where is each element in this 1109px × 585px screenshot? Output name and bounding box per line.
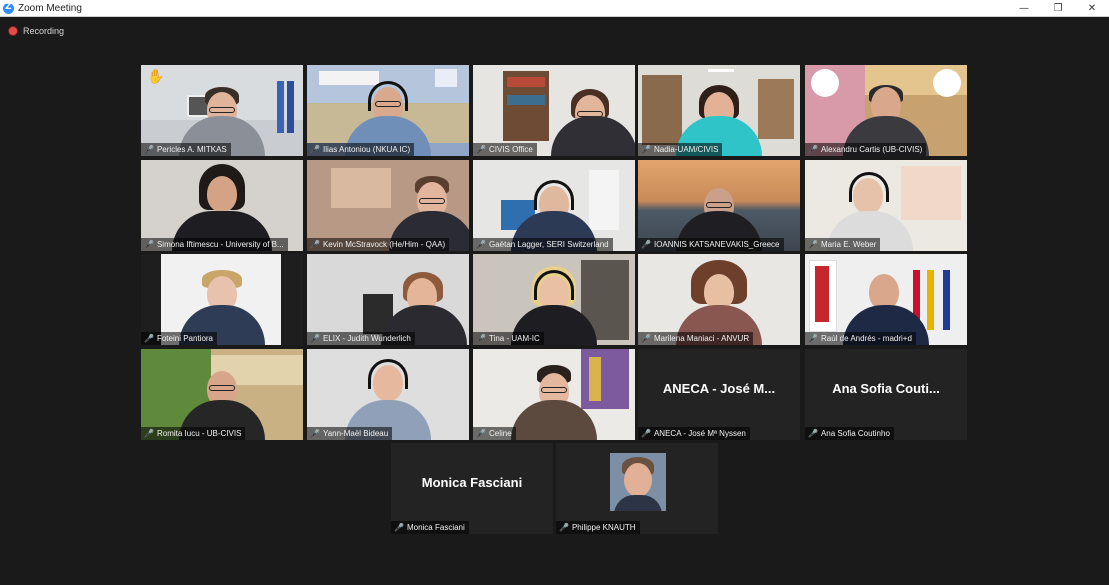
participant-name-label: 🎤 Marilena Maniaci - ANVUR [638, 332, 754, 345]
minimize-button[interactable]: — [1007, 0, 1041, 16]
participant-name-label: 🎤 Yann-Maël Bideau [307, 427, 393, 440]
microphone-muted-icon: 🎤 [808, 145, 818, 154]
microphone-muted-icon: 🎤 [559, 523, 569, 532]
participant-name-label: 🎤 Foteini Pantiora [141, 332, 217, 345]
microphone-muted-icon: 🎤 [808, 429, 818, 438]
participant-tile-active-speaker[interactable]: 🎤 Nadia-UAM/CIVIS [638, 65, 800, 156]
recording-label: Recording [23, 26, 65, 36]
participant-tile[interactable]: 🎤 Alexandru Cartis (UB-CIVIS) [805, 65, 967, 156]
participant-display-name: Ana Sofia Couti... [832, 381, 940, 396]
participant-name-label: 🎤 Nadia-UAM/CIVIS [638, 143, 723, 156]
participant-name-label: 🎤 Philippe KNAUTH [556, 521, 640, 534]
participant-tile[interactable]: 🎤 Raúl de Andrés - madri+d [805, 254, 967, 345]
participant-name-label: 🎤 Ana Sofia Coutinho [805, 427, 894, 440]
participant-tile[interactable]: 🎤 Kevin McStravock (He/Him - QAA) [307, 160, 469, 251]
participant-tile-video-off[interactable]: Ana Sofia Couti... 🎤 Ana Sofia Coutinho [805, 349, 967, 440]
microphone-muted-icon: 🎤 [394, 523, 404, 532]
microphone-muted-icon: 🎤 [144, 429, 154, 438]
participant-name-label: 🎤 Monica Fasciani [391, 521, 469, 534]
participant-tile[interactable]: 🎤 Gaëtan Lagger, SERI Switzerland [473, 160, 635, 251]
microphone-muted-icon: 🎤 [641, 240, 651, 249]
recording-indicator[interactable]: Recording [9, 26, 64, 36]
microphone-muted-icon: 🎤 [808, 240, 818, 249]
participant-tile[interactable]: 🎤 Foteini Pantiora [141, 254, 303, 345]
participant-tile[interactable]: ✋ 🎤 Pericles A. MITKAS [141, 65, 303, 156]
participant-tile-video-off[interactable]: Monica Fasciani 🎤 Monica Fasciani [391, 443, 553, 534]
participant-display-name: ANECA - José M... [662, 381, 776, 396]
microphone-muted-icon: 🎤 [310, 145, 320, 154]
title-bar: Zoom Meeting — ❐ ✕ [0, 0, 1109, 17]
microphone-muted-icon: 🎤 [476, 429, 486, 438]
participant-name-label: 🎤 Tina - UAM-IC [473, 332, 544, 345]
participant-name-label: 🎤 ANECA - José Mª Nyssen [638, 427, 750, 440]
participant-tile[interactable]: 🎤 Romita Iucu - UB-CIVIS [141, 349, 303, 440]
participant-tile-video-off[interactable]: 🎤 Philippe KNAUTH [556, 443, 718, 534]
microphone-muted-icon: 🎤 [641, 429, 651, 438]
microphone-muted-icon: 🎤 [310, 334, 320, 343]
avatar [610, 453, 666, 511]
participant-name-label: 🎤 Romita Iucu - UB-CIVIS [141, 427, 246, 440]
microphone-muted-icon: 🎤 [144, 240, 154, 249]
participant-name-label: 🎤 IOANNIS KATSANEVAKIS_Greece [638, 238, 784, 251]
participant-tile[interactable]: 🎤 Maria E. Weber [805, 160, 967, 251]
microphone-muted-icon: 🎤 [476, 334, 486, 343]
participant-name-label: 🎤 Celine [473, 427, 516, 440]
microphone-muted-icon: 🎤 [310, 240, 320, 249]
participant-name-label: 🎤 ELIX - Judith Wunderlich [307, 332, 415, 345]
participant-name-label: 🎤 Kevin McStravock (He/Him - QAA) [307, 238, 450, 251]
microphone-muted-icon: 🎤 [476, 240, 486, 249]
window-controls: — ❐ ✕ [1007, 0, 1109, 16]
microphone-muted-icon: 🎤 [144, 145, 154, 154]
participant-name-label: 🎤 Maria E. Weber [805, 238, 881, 251]
participant-tile[interactable]: 🎤 CIVIS Office [473, 65, 635, 156]
recording-dot-icon [9, 27, 17, 35]
participant-tile[interactable]: 🎤 Simona Iftimescu - University of B... [141, 160, 303, 251]
participant-tile[interactable]: 🎤 IOANNIS KATSANEVAKIS_Greece [638, 160, 800, 251]
participant-name-label: 🎤 Gaëtan Lagger, SERI Switzerland [473, 238, 613, 251]
participant-tile[interactable]: 🎤 ELIX - Judith Wunderlich [307, 254, 469, 345]
restore-button[interactable]: ❐ [1041, 0, 1075, 16]
microphone-muted-icon: 🎤 [310, 429, 320, 438]
participant-name-label: 🎤 Ilias Antoniou (NKUA IC) [307, 143, 415, 156]
microphone-muted-icon: 🎤 [641, 334, 651, 343]
participant-tile[interactable]: 🎤 Ilias Antoniou (NKUA IC) [307, 65, 469, 156]
participant-display-name: Monica Fasciani [421, 475, 523, 490]
participant-name-label: 🎤 CIVIS Office [473, 143, 537, 156]
participant-name-label: 🎤 Simona Iftimescu - University of B... [141, 238, 288, 251]
participant-name-label: 🎤 Alexandru Cartis (UB-CIVIS) [805, 143, 927, 156]
microphone-muted-icon: 🎤 [808, 334, 818, 343]
participant-tile[interactable]: 🎤 Celine [473, 349, 635, 440]
participant-tile[interactable]: 🎤 Tina - UAM-IC [473, 254, 635, 345]
microphone-muted-icon: 🎤 [144, 334, 154, 343]
microphone-muted-icon: 🎤 [476, 145, 486, 154]
raised-hand-icon: ✋ [147, 69, 165, 85]
microphone-muted-icon: 🎤 [641, 145, 651, 154]
zoom-logo-icon [3, 2, 14, 14]
participant-tile-video-off[interactable]: ANECA - José M... 🎤 ANECA - José Mª Nyss… [638, 349, 800, 440]
participant-tile[interactable]: 🎤 Yann-Maël Bideau [307, 349, 469, 440]
window-title: Zoom Meeting [18, 2, 82, 14]
participant-tile[interactable]: 🎤 Marilena Maniaci - ANVUR [638, 254, 800, 345]
participant-name-label: 🎤 Pericles A. MITKAS [141, 143, 231, 156]
participant-name-label: 🎤 Raúl de Andrés - madri+d [805, 332, 916, 345]
close-button[interactable]: ✕ [1075, 0, 1109, 16]
